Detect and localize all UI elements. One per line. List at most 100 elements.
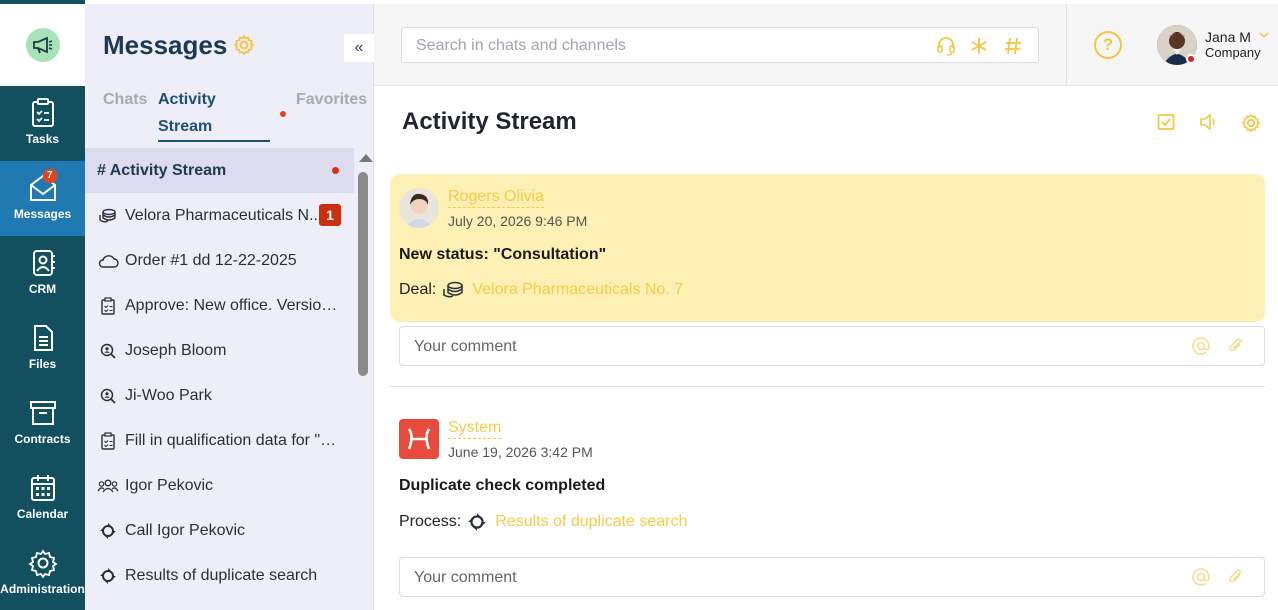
comment-placeholder: Your comment [414, 338, 517, 355]
coins-icon [97, 206, 119, 226]
settings-gear-icon[interactable] [1241, 113, 1261, 138]
cloud-icon [97, 251, 119, 271]
search-person-icon [97, 341, 119, 361]
unread-count-badge: 1 [319, 204, 341, 226]
scroll-up-arrow-icon[interactable] [359, 154, 373, 162]
messages-badge: 7 [43, 169, 57, 183]
rail-label-administration: Administration [0, 582, 85, 596]
chat-item-label: Velora Pharmaceuticals N... [125, 206, 323, 224]
left-rail: Tasks 7 Messages CRM Files Contracts Cal… [0, 0, 85, 610]
comment-placeholder: Your comment [414, 569, 517, 586]
tab-activity-label-1: Activity [158, 91, 216, 108]
gear-icon[interactable] [233, 34, 255, 61]
chat-item-velora[interactable]: Velora Pharmaceuticals N... 1 [85, 193, 354, 238]
app-logo[interactable] [0, 4, 85, 86]
mention-icon[interactable] [1191, 567, 1211, 592]
post-separator [390, 386, 1265, 387]
rail-item-files[interactable]: Files [0, 311, 85, 386]
comment-input[interactable]: Your comment [399, 557, 1265, 597]
post-meta: Process: Results of duplicate search [399, 512, 687, 532]
author-avatar[interactable] [399, 188, 439, 228]
user-company: Company [1205, 45, 1261, 60]
comment-input[interactable]: Your comment [399, 326, 1265, 366]
tab-activity-label-2: Stream [158, 118, 213, 135]
rail-label-crm: CRM [28, 282, 57, 296]
rail-item-tasks[interactable]: Tasks [0, 86, 85, 161]
rail-item-crm[interactable]: CRM [0, 236, 85, 311]
app-window: Tasks 7 Messages CRM Files Contracts Cal… [0, 0, 1278, 610]
rail-item-messages[interactable]: 7 Messages [0, 161, 85, 236]
tab-unread-dot [280, 111, 286, 117]
chat-item-activity-stream[interactable]: # Activity Stream [85, 148, 354, 193]
tab-chats[interactable]: Chats [103, 86, 147, 113]
attachment-icon[interactable] [1225, 567, 1245, 592]
crm-icon [32, 250, 55, 276]
post-meta-label: Deal: [399, 281, 437, 298]
headset-icon[interactable] [935, 36, 957, 61]
chat-item-label: Call Igor Pekovic [125, 521, 246, 539]
chat-item-approve[interactable]: Approve: New office. Version: ... [85, 283, 354, 328]
tab-favorites[interactable]: Favorites [296, 86, 367, 113]
mention-icon[interactable] [1191, 336, 1211, 361]
tab-activity-stream[interactable]: Activity Stream [158, 86, 216, 140]
chat-item-order[interactable]: Order #1 dd 12-22-2025 [85, 238, 354, 283]
post-author[interactable]: Rogers Olivia [448, 187, 545, 208]
rail-label-tasks: Tasks [25, 132, 60, 146]
chat-item-label: Igor Pekovic [125, 476, 214, 494]
post-meta-label: Process: [399, 513, 462, 530]
chat-item-ji-woo-park[interactable]: Ji-Woo Park [85, 373, 354, 418]
sidebar-title: Messages [103, 30, 228, 60]
chat-item-call-igor[interactable]: Call Igor Pekovic [85, 508, 354, 553]
chat-item-label: Results of duplicate search [125, 566, 318, 584]
collapse-sidebar-button[interactable]: « [344, 34, 374, 62]
rail-item-calendar[interactable]: Calendar [0, 461, 85, 536]
page-title: Activity Stream [402, 108, 577, 135]
process-icon [467, 512, 487, 532]
coins-icon [442, 281, 464, 299]
rail-label-messages: Messages [13, 207, 72, 221]
contracts-icon [29, 401, 56, 425]
chat-item-label: Approve: New office. Version: ... [125, 296, 340, 314]
chat-item-joseph-bloom[interactable]: Joseph Bloom [85, 328, 354, 373]
scroll-thumb[interactable] [358, 172, 368, 376]
calendar-icon [30, 475, 55, 501]
chat-item-duplicate-search[interactable]: Results of duplicate search [85, 553, 354, 598]
post-text: Duplicate check completed [399, 477, 606, 494]
chat-item-label: Fill in qualification data for "Ji-... [125, 431, 340, 449]
help-button[interactable]: ? [1094, 31, 1122, 59]
files-icon [33, 325, 53, 351]
clipboard-icon [97, 431, 119, 451]
search-placeholder: Search in chats and channels [416, 37, 626, 54]
post-author[interactable]: System [448, 418, 502, 439]
top-bar: Search in chats and channels ? Jana M Co… [374, 4, 1278, 86]
process-link[interactable]: Results of duplicate search [495, 513, 687, 531]
post-meta: Deal: Velora Pharmaceuticals No. 7 [399, 281, 683, 299]
chat-item-igor-pekovic[interactable]: Igor Pekovic [85, 463, 354, 508]
search-input[interactable]: Search in chats and channels [401, 27, 1039, 63]
status-indicator [1186, 54, 1196, 64]
deal-link[interactable]: Velora Pharmaceuticals No. 7 [472, 281, 683, 299]
user-name[interactable]: Jana M [1205, 29, 1251, 45]
active-tab-indicator [158, 140, 270, 142]
megaphone-icon [25, 28, 60, 62]
chat-item-qualification[interactable]: Fill in qualification data for "Ji-... [85, 418, 354, 463]
search-person-icon [97, 386, 119, 406]
hashtag-icon[interactable] [1003, 36, 1023, 61]
chat-list: # Activity Stream Velora Pharmaceuticals… [85, 148, 354, 610]
chat-item-label: Ji-Woo Park [125, 386, 212, 404]
rail-item-administration[interactable]: Administration [0, 536, 85, 610]
clipboard-icon [97, 296, 119, 316]
rail-item-contracts[interactable]: Contracts [0, 386, 85, 461]
process-icon [97, 521, 119, 541]
attachment-icon[interactable] [1225, 336, 1245, 361]
feed-post-system: System June 19, 2026 3:42 PM Duplicate c… [390, 405, 1265, 531]
rail-label-calendar: Calendar [16, 507, 69, 521]
post-timestamp: June 19, 2026 3:42 PM [448, 444, 593, 460]
asterisk-icon[interactable] [969, 36, 989, 61]
chat-item-label: # Activity Stream [97, 161, 227, 179]
task-check-icon[interactable] [1157, 113, 1175, 136]
chat-item-label: Order #1 dd 12-22-2025 [125, 251, 297, 269]
chat-list-scrollbar[interactable] [355, 154, 373, 610]
chevron-down-icon[interactable] [1259, 28, 1269, 42]
speaker-icon[interactable] [1199, 113, 1219, 136]
